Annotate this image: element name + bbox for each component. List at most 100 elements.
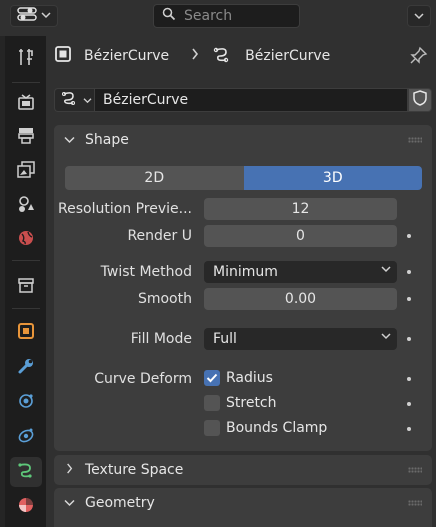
fill-mode-value: Full xyxy=(213,331,237,347)
twist-method-value: Minimum xyxy=(213,264,278,280)
stretch-checkbox[interactable]: Stretch xyxy=(204,395,277,411)
context-breadcrumb: BézierCurve BézierCurve xyxy=(54,42,330,70)
tool-icon xyxy=(16,47,36,71)
fake-user-button[interactable] xyxy=(408,88,432,112)
render-u-row: Render U 0 xyxy=(54,225,432,247)
chevron-down-icon xyxy=(414,9,424,24)
world-tab[interactable] xyxy=(10,225,42,255)
tab-separator xyxy=(12,82,40,83)
particles-tab[interactable] xyxy=(10,388,42,418)
breadcrumb-object[interactable]: BézierCurve xyxy=(54,45,169,67)
search-placeholder: Search xyxy=(184,8,233,24)
keyframe-dot-icon[interactable] xyxy=(407,337,411,341)
render-u-field[interactable]: 0 xyxy=(204,225,397,247)
render-u-label: Render U xyxy=(127,228,192,244)
properties-editor-icon xyxy=(17,6,37,26)
browse-datablock-button[interactable] xyxy=(54,88,94,112)
datablock-name-field[interactable]: BézierCurve xyxy=(94,88,408,112)
tabbar-edge xyxy=(0,36,5,527)
twist-method-label: Twist Method xyxy=(100,264,192,280)
checkbox-box xyxy=(204,420,220,436)
search-input[interactable]: Search xyxy=(153,4,300,28)
chevron-down-icon xyxy=(381,330,391,343)
curve-deform-radius-row: Curve Deform Radius xyxy=(54,368,432,390)
object-icon xyxy=(16,321,36,345)
fill-mode-label: Fill Mode xyxy=(130,331,192,347)
material-tab[interactable] xyxy=(10,492,42,522)
curve-data-icon xyxy=(16,460,36,484)
resolution-preview-field[interactable]: 12 xyxy=(204,198,397,220)
collection-icon xyxy=(16,275,36,299)
bounds-clamp-checkbox[interactable]: Bounds Clamp xyxy=(204,420,327,436)
drag-handle[interactable] xyxy=(408,500,422,506)
smooth-label: Smooth xyxy=(137,291,192,307)
curve-data-icon xyxy=(61,90,79,110)
bounds-clamp-row: Bounds Clamp xyxy=(54,418,432,440)
panel-title: Shape xyxy=(85,132,129,148)
keyframe-dot-icon[interactable] xyxy=(407,234,411,238)
chevron-down-icon xyxy=(64,495,75,511)
resolution-preview-label: Resolution Previe... xyxy=(58,201,192,217)
keyframe-dot-icon[interactable] xyxy=(407,270,411,274)
radius-checkbox[interactable]: Radius xyxy=(204,370,273,386)
editor-type-button[interactable] xyxy=(10,5,58,27)
render-icon xyxy=(16,92,36,116)
keyframe-dot-icon[interactable] xyxy=(407,377,411,381)
chevron-down-icon xyxy=(83,93,92,108)
tab-separator xyxy=(12,260,40,261)
curve-datablock-selector: BézierCurve xyxy=(54,88,432,112)
dimension-3d-button[interactable]: 3D xyxy=(243,166,422,190)
texture-space-panel-header[interactable]: Texture Space xyxy=(54,455,432,485)
tab-separator xyxy=(12,308,40,309)
search-icon xyxy=(162,7,176,25)
properties-tab-bar xyxy=(0,36,46,527)
view-layer-tab[interactable] xyxy=(10,156,42,186)
drag-handle[interactable] xyxy=(408,137,422,143)
fill-mode-row: Fill Mode Full xyxy=(54,328,432,350)
object-tab[interactable] xyxy=(10,318,42,348)
chevron-down-icon xyxy=(381,263,391,276)
pin-icon[interactable] xyxy=(410,46,428,68)
keyframe-dot-icon[interactable] xyxy=(407,402,411,406)
stretch-label: Stretch xyxy=(226,395,277,411)
radius-label: Radius xyxy=(226,370,273,386)
shape-panel-header[interactable]: Shape xyxy=(54,125,432,155)
render-tab[interactable] xyxy=(10,89,42,119)
options-dropdown-button[interactable] xyxy=(407,5,431,27)
view-layer-icon xyxy=(16,159,36,183)
checkmark-icon xyxy=(204,370,220,386)
fill-mode-dropdown[interactable]: Full xyxy=(204,328,397,350)
dimension-2d-button[interactable]: 2D xyxy=(65,166,244,190)
keyframe-dot-icon[interactable] xyxy=(407,297,411,301)
drag-handle[interactable] xyxy=(408,467,422,473)
scene-tab[interactable] xyxy=(10,191,42,221)
output-icon xyxy=(16,125,36,149)
keyframe-dot-icon[interactable] xyxy=(407,427,411,431)
physics-tab[interactable] xyxy=(10,422,42,452)
chevron-down-icon xyxy=(41,11,51,22)
collection-tab[interactable] xyxy=(10,272,42,302)
particles-icon xyxy=(16,391,36,415)
geometry-panel-header[interactable]: Geometry xyxy=(54,488,432,518)
curve-data-tab[interactable] xyxy=(10,457,42,487)
breadcrumb-object-label: BézierCurve xyxy=(84,48,170,64)
world-icon xyxy=(16,228,36,252)
modifiers-tab[interactable] xyxy=(10,353,42,383)
object-icon xyxy=(54,45,72,67)
chevron-right-icon xyxy=(191,48,199,64)
dimensions-toggle: 2D 3D xyxy=(65,166,422,190)
output-tab[interactable] xyxy=(10,122,42,152)
twist-method-row: Twist Method Minimum xyxy=(54,261,432,283)
scene-icon xyxy=(16,194,36,218)
chevron-right-icon xyxy=(64,462,75,478)
tool-tab[interactable] xyxy=(10,44,42,74)
breadcrumb-data[interactable]: BézierCurve xyxy=(213,45,330,67)
bounds-clamp-label: Bounds Clamp xyxy=(226,420,328,436)
curve-data-icon xyxy=(213,45,233,67)
curve-deform-label: Curve Deform xyxy=(94,371,192,387)
modifier-wrench-icon xyxy=(16,356,36,380)
panel-title: Geometry xyxy=(85,495,155,511)
material-icon xyxy=(16,495,36,519)
smooth-field[interactable]: 0.00 xyxy=(204,288,397,310)
twist-method-dropdown[interactable]: Minimum xyxy=(204,261,397,283)
